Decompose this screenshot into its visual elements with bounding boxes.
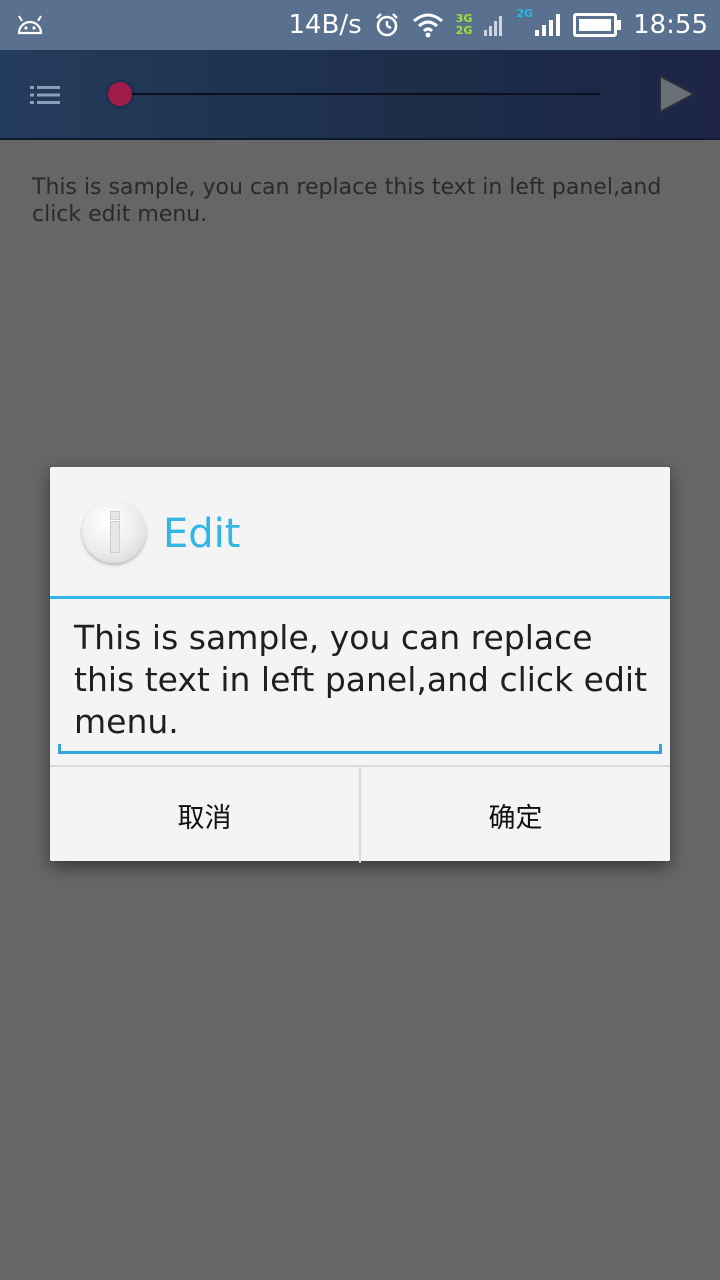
battery-icon: [573, 13, 622, 37]
player-toolbar: [0, 50, 720, 140]
signal-icon-sim2: [535, 14, 561, 36]
alarm-icon: [375, 13, 398, 37]
confirm-button[interactable]: 确定: [361, 767, 670, 863]
edit-text-field[interactable]: This is sample, you can replace this tex…: [74, 617, 662, 743]
title-divider: [50, 596, 670, 599]
edit-field-underline: [58, 744, 662, 754]
clock: 18:55: [633, 10, 708, 40]
seek-bar-thumb[interactable]: [108, 82, 132, 106]
status-bar: 14B/s 3G 2G 2G 18:55: [0, 0, 720, 50]
seek-bar-track[interactable]: [118, 93, 600, 95]
network-badge-2g: 2G: [516, 6, 534, 20]
android-debug-icon: [17, 15, 43, 35]
net-speed: 14B/s: [288, 10, 362, 40]
dialog-button-row: 取消 确定: [50, 765, 670, 863]
sample-text: This is sample, you can replace this tex…: [32, 175, 662, 227]
dialog-header: Edit: [50, 467, 670, 597]
wifi-icon: [412, 13, 443, 38]
edit-dialog: Edit This is sample, you can replace thi…: [50, 467, 670, 863]
menu-icon[interactable]: [30, 85, 60, 105]
signal-icon-sim1: [484, 16, 503, 36]
info-icon: [82, 499, 146, 563]
dialog-title: Edit: [163, 511, 241, 557]
status-icons: 14B/s 3G 2G 2G 18:55: [288, 0, 708, 50]
play-icon[interactable]: [656, 74, 696, 114]
cancel-button[interactable]: 取消: [50, 767, 359, 863]
network-badge-3g-2g: 3G 2G: [455, 12, 473, 37]
